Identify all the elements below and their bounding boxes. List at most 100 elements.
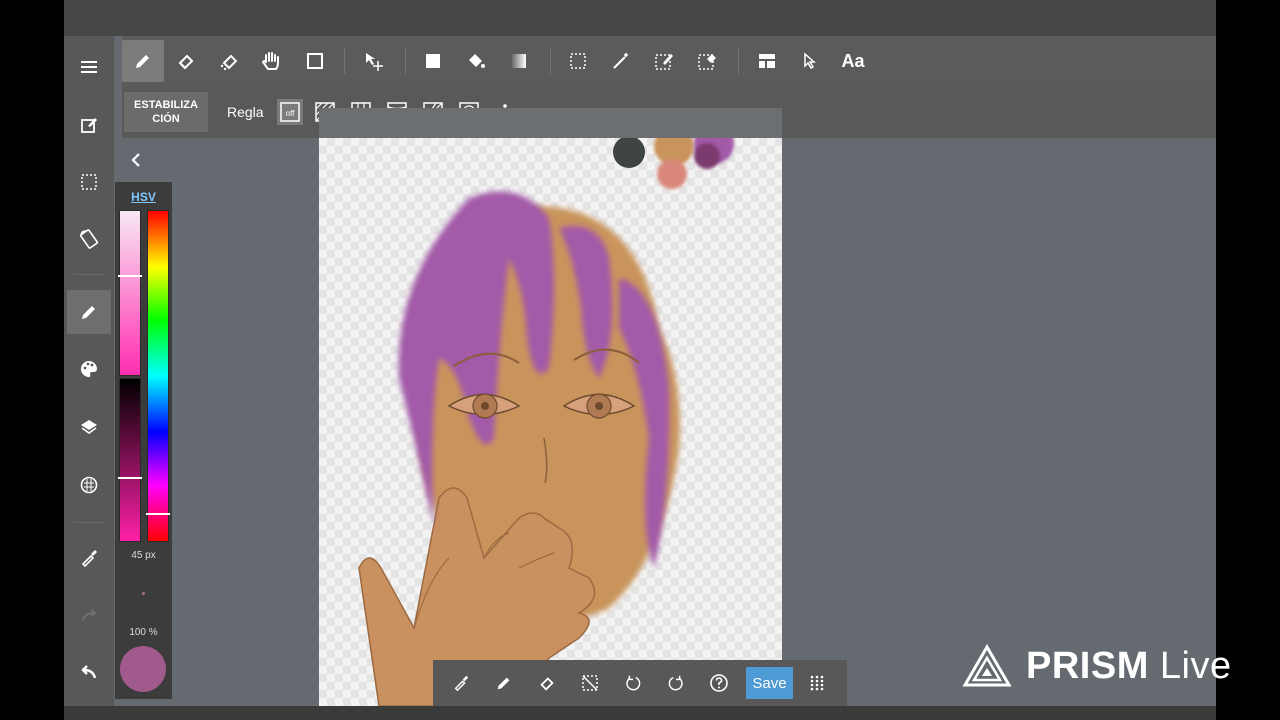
artwork — [358, 138, 745, 706]
select-eraser-tool-button[interactable] — [686, 40, 728, 82]
palette-icon — [81, 361, 97, 377]
color-palette-button[interactable] — [67, 347, 111, 391]
undo-button[interactable] — [67, 651, 111, 695]
ruler-off-icon: off — [280, 102, 300, 122]
fill-rect-icon — [426, 54, 440, 68]
quick-deselect-button[interactable] — [575, 668, 605, 698]
eraser-tool-button[interactable] — [165, 40, 207, 82]
gradient-tool-button[interactable] — [498, 40, 540, 82]
prism-live-watermark: PRISM Live — [962, 640, 1252, 692]
eyedropper-icon — [454, 675, 469, 692]
collapse-panel-icon[interactable] — [128, 150, 144, 170]
pencil-icon — [136, 55, 149, 68]
brush-icon — [82, 306, 95, 319]
move-icon — [366, 53, 383, 71]
prism-brand: PRISM — [1026, 644, 1149, 687]
undo-circle-icon — [626, 675, 641, 691]
bucket-tool-button[interactable] — [455, 40, 497, 82]
value-slider[interactable] — [118, 378, 142, 542]
hamburger-icon — [81, 61, 97, 73]
quick-eraser-button[interactable] — [532, 668, 562, 698]
grid-dots-icon — [810, 675, 824, 691]
eraser-icon — [178, 54, 194, 70]
blur-eraser-tool-button[interactable] — [208, 40, 250, 82]
menu-button[interactable] — [67, 45, 111, 89]
quick-bar-settings-button[interactable] — [802, 668, 832, 698]
canvas-top-shade — [319, 108, 782, 138]
selection-icon — [81, 174, 97, 190]
pen-icon — [497, 677, 510, 690]
layers-button[interactable] — [67, 405, 111, 449]
quick-redo-button[interactable] — [661, 668, 691, 698]
edit-canvas-button[interactable] — [67, 103, 111, 147]
hue-handle[interactable] — [146, 513, 170, 515]
panel-icon — [759, 54, 775, 68]
hand-tool-button[interactable] — [250, 40, 292, 82]
opacity-label: 100 % — [129, 627, 158, 638]
current-color-swatch[interactable] — [120, 646, 166, 692]
toolbar-divider — [405, 48, 406, 74]
select-eraser-icon — [698, 54, 716, 70]
text-tool-button[interactable]: Aa — [832, 40, 874, 82]
pointer-icon — [804, 52, 816, 69]
magic-wand-tool-button[interactable] — [600, 40, 642, 82]
blur-eraser-icon — [220, 54, 238, 71]
ruler-off-button[interactable]: off — [277, 99, 303, 125]
sidebar-divider — [74, 274, 104, 275]
help-button[interactable] — [704, 668, 734, 698]
move-tool-button[interactable] — [353, 40, 395, 82]
text-tool-label: Aa — [841, 50, 865, 71]
eraser-icon — [540, 677, 554, 691]
deselect-icon — [582, 675, 598, 691]
quick-pen-button[interactable] — [489, 668, 519, 698]
ruler-label: Regla — [227, 104, 264, 120]
shape-icon — [307, 53, 323, 69]
undo-icon — [81, 665, 97, 679]
toolbar-divider — [344, 48, 345, 74]
stabilizer-button[interactable]: ESTABILIZA CIÓN — [124, 92, 208, 132]
select-pen-tool-button[interactable] — [643, 40, 685, 82]
redo-circle-icon — [668, 675, 683, 691]
materials-icon — [80, 476, 98, 494]
hue-slider[interactable] — [146, 210, 170, 542]
brush-size-preview — [142, 592, 145, 595]
materials-button[interactable] — [67, 463, 111, 507]
gradient-icon — [512, 54, 526, 68]
quick-undo-button[interactable] — [618, 668, 648, 698]
value-handle[interactable] — [118, 477, 142, 479]
prism-logo-icon — [962, 644, 1012, 687]
hand-icon — [261, 52, 279, 70]
eyedropper-button[interactable] — [67, 536, 111, 580]
bottom-strip — [64, 706, 1216, 720]
select-rect-icon — [570, 53, 586, 69]
fill-rect-tool-button[interactable] — [412, 40, 454, 82]
brush-size-label: 45 px — [131, 550, 156, 561]
prism-live-text: PRISM Live — [1026, 645, 1232, 688]
pencil-tool-button[interactable] — [122, 40, 164, 82]
redo-button[interactable] — [67, 594, 111, 638]
select-rect-tool-button[interactable] — [557, 40, 599, 82]
color-mode-tab[interactable]: HSV — [115, 190, 172, 204]
quick-bar: Save — [433, 660, 847, 706]
left-sidebar — [64, 36, 114, 706]
saturation-handle[interactable] — [118, 275, 142, 277]
bucket-icon — [469, 54, 485, 68]
rotate-view-button[interactable] — [67, 217, 111, 261]
saturation-slider[interactable] — [118, 210, 142, 376]
help-icon — [710, 674, 728, 692]
save-button[interactable]: Save — [746, 667, 793, 699]
color-panel: HSV 45 px 100 % — [115, 182, 172, 699]
status-bar — [64, 0, 1216, 36]
quick-eyedropper-button[interactable] — [446, 668, 476, 698]
redo-icon — [82, 609, 97, 621]
rotate-view-icon — [79, 229, 99, 249]
brush-button[interactable] — [67, 290, 111, 334]
magic-wand-icon — [613, 53, 628, 69]
panel-layout-button[interactable] — [746, 40, 788, 82]
drawing-canvas[interactable] — [319, 138, 782, 706]
pointer-tool-button[interactable] — [789, 40, 831, 82]
live-brand: Live — [1159, 644, 1232, 687]
selection-button[interactable] — [67, 160, 111, 204]
select-pen-icon — [655, 54, 673, 70]
shape-tool-button[interactable] — [294, 40, 336, 82]
